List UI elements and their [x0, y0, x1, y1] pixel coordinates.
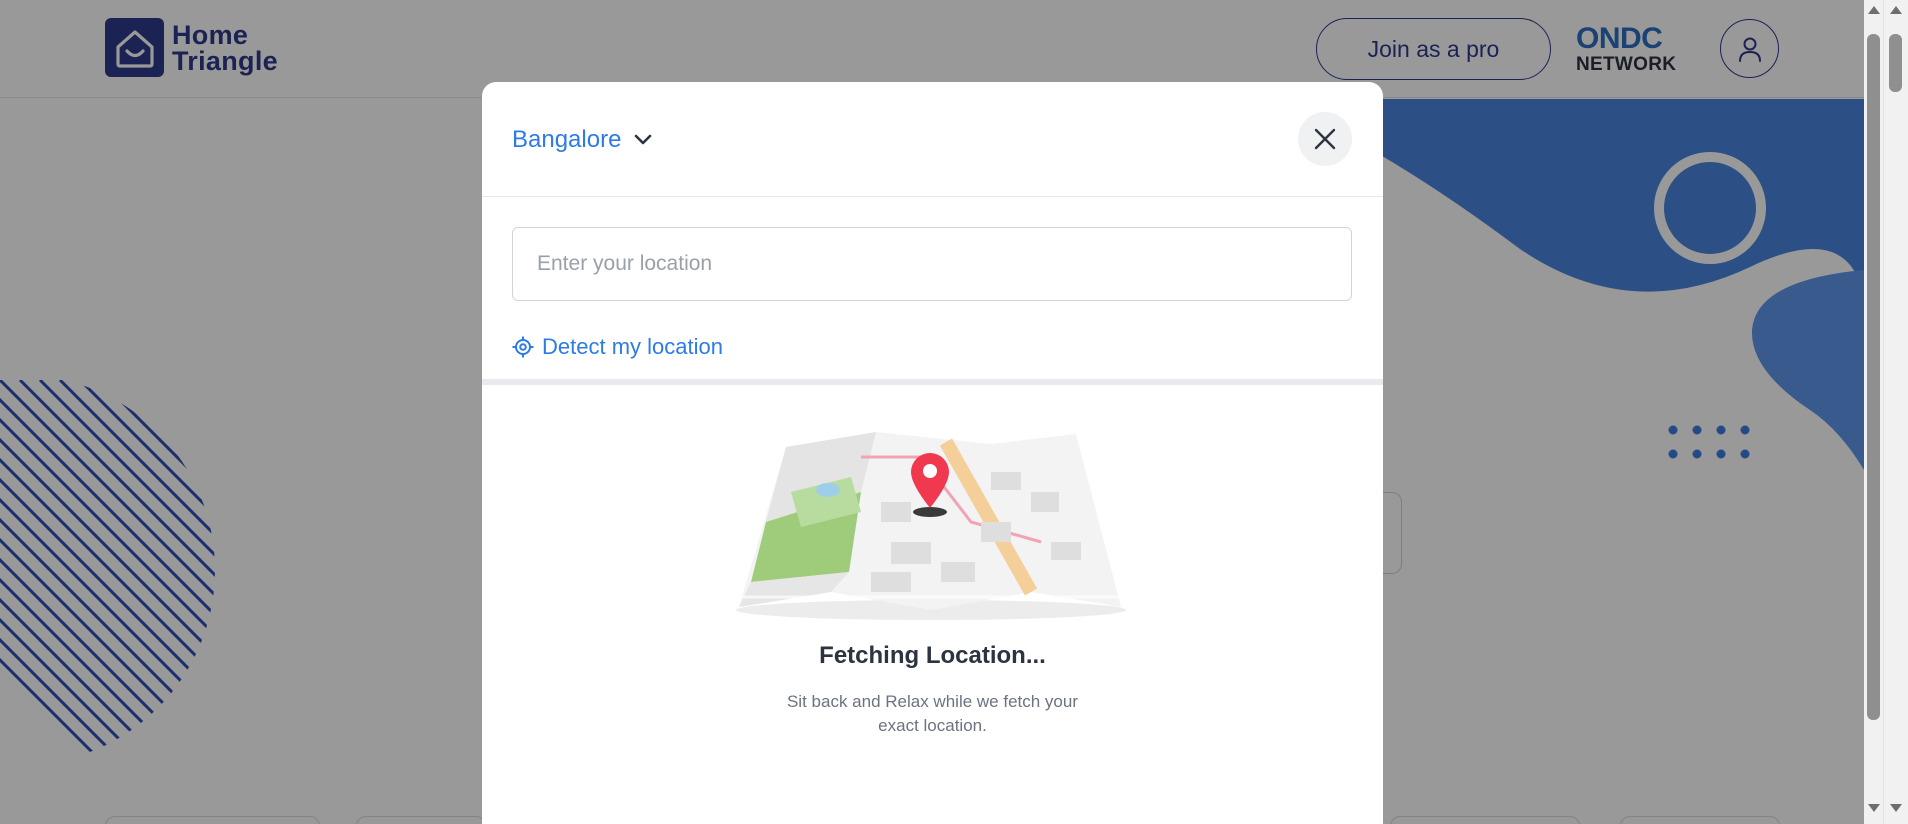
- modal-header: Bangalore: [482, 82, 1383, 197]
- scrollbar-track-secondary[interactable]: [1886, 0, 1906, 824]
- scrollbar-track[interactable]: [1864, 0, 1884, 824]
- section-divider: [482, 379, 1383, 385]
- scrollbar-thumb[interactable]: [1867, 34, 1880, 720]
- map-pin-illustration: [736, 432, 1126, 620]
- location-input-wrapper: [512, 227, 1352, 301]
- location-input[interactable]: [513, 228, 1351, 300]
- city-label: Bangalore: [512, 126, 622, 153]
- detect-location-link[interactable]: Detect my location: [512, 334, 723, 360]
- fetching-title: Fetching Location...: [819, 642, 1046, 669]
- fetching-subtitle: Sit back and Relax while we fetch your e…: [786, 692, 1079, 735]
- page-scrollbar[interactable]: [1864, 0, 1908, 824]
- close-button[interactable]: [1298, 112, 1352, 166]
- scroll-down-arrow[interactable]: [1890, 804, 1902, 812]
- scroll-down-arrow[interactable]: [1868, 804, 1880, 812]
- city-selector[interactable]: Bangalore: [512, 126, 653, 154]
- scroll-up-arrow[interactable]: [1890, 6, 1902, 14]
- detect-location-label: Detect my location: [542, 334, 723, 359]
- scroll-up-arrow[interactable]: [1868, 6, 1880, 14]
- location-modal: Bangalore Detect my location: [482, 82, 1383, 824]
- crosshair-icon: [512, 336, 534, 358]
- scrollbar-thumb[interactable]: [1889, 34, 1902, 92]
- close-icon: [1314, 128, 1336, 150]
- chevron-down-icon: [635, 134, 652, 145]
